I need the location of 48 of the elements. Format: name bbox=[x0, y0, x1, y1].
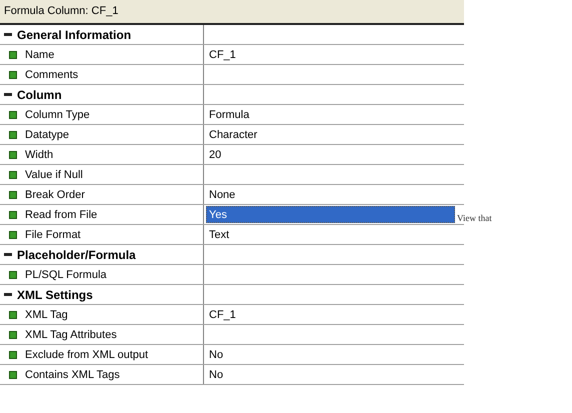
property-icon bbox=[9, 350, 17, 358]
property-value-field[interactable]: CF_1 bbox=[204, 305, 464, 324]
property-name[interactable]: PL/SQL Formula bbox=[25, 268, 107, 280]
property-value-field[interactable]: None bbox=[204, 185, 464, 204]
property-icon bbox=[9, 70, 17, 78]
section-header[interactable]: General Information bbox=[17, 28, 132, 42]
section-header[interactable]: Placeholder/Formula bbox=[17, 248, 136, 262]
property-value-field[interactable]: Yes bbox=[206, 206, 455, 223]
property-icon bbox=[9, 190, 17, 198]
property-value-field[interactable]: No bbox=[204, 345, 464, 364]
property-name[interactable]: XML Tag bbox=[25, 308, 68, 320]
section-header[interactable]: XML Settings bbox=[17, 288, 93, 302]
property-name[interactable]: Column Type bbox=[25, 108, 90, 120]
property-value-field[interactable]: Formula bbox=[204, 105, 464, 124]
property-name[interactable]: XML Tag Attributes bbox=[25, 328, 117, 340]
property-value-field[interactable]: Character bbox=[204, 125, 464, 144]
collapse-icon[interactable] bbox=[4, 290, 12, 298]
property-icon bbox=[9, 170, 17, 178]
property-name[interactable]: Contains XML Tags bbox=[25, 368, 120, 380]
property-name[interactable]: File Format bbox=[25, 228, 81, 240]
property-name[interactable]: Width bbox=[25, 148, 54, 160]
property-value-field[interactable]: No bbox=[204, 365, 464, 384]
property-name[interactable]: Break Order bbox=[25, 188, 85, 200]
section-header[interactable]: Column bbox=[17, 88, 62, 102]
property-icon bbox=[9, 330, 17, 338]
property-icon bbox=[9, 110, 17, 118]
property-icon bbox=[9, 50, 17, 58]
window-title: Formula Column: CF_1 bbox=[0, 0, 464, 25]
property-name[interactable]: Name bbox=[25, 48, 54, 60]
property-icon bbox=[9, 310, 17, 318]
property-name[interactable]: Comments bbox=[25, 68, 78, 80]
collapse-icon[interactable] bbox=[4, 90, 12, 98]
property-icon bbox=[9, 370, 17, 378]
collapse-icon[interactable] bbox=[4, 250, 12, 258]
collapse-icon[interactable] bbox=[4, 30, 12, 38]
property-value-field[interactable]: Text bbox=[204, 225, 464, 244]
property-icon bbox=[9, 210, 17, 218]
property-icon bbox=[9, 230, 17, 238]
property-name[interactable]: Exclude from XML output bbox=[25, 348, 148, 360]
property-icon bbox=[9, 150, 17, 158]
property-icon bbox=[9, 270, 17, 278]
property-value-field[interactable]: CF_1 bbox=[204, 45, 464, 64]
property-icon bbox=[9, 130, 17, 138]
property-name[interactable]: Read from File bbox=[25, 208, 98, 220]
property-name[interactable]: Value if Null bbox=[25, 168, 83, 180]
property-name[interactable]: Datatype bbox=[25, 128, 70, 140]
property-value-field[interactable]: 20 bbox=[204, 145, 464, 164]
tooltip-text: View that bbox=[457, 213, 492, 223]
